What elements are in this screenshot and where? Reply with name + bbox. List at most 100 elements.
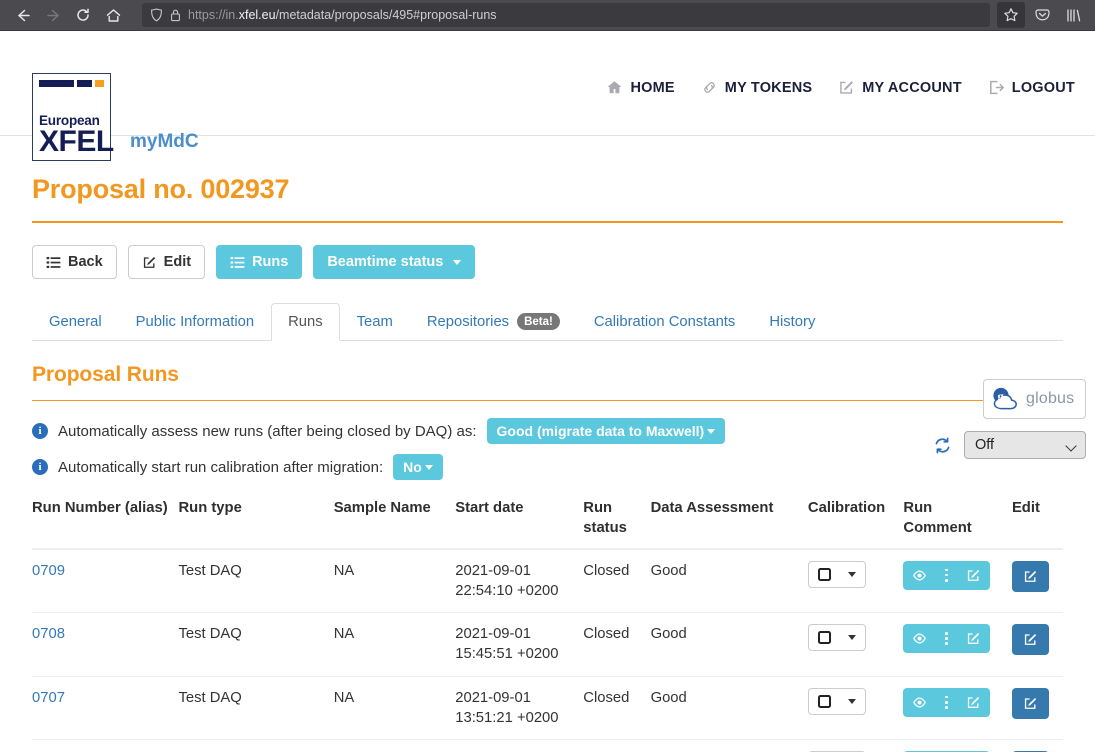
edit-icon xyxy=(966,631,981,646)
cell-calibration xyxy=(807,676,904,741)
cell-sample-name: NA xyxy=(333,612,456,677)
run-number-link[interactable]: 0709 xyxy=(32,563,65,579)
cell-run-number: 0706 xyxy=(32,739,179,752)
header-sample-name: Sample Name xyxy=(333,498,456,550)
library-icon[interactable] xyxy=(1059,2,1087,28)
tab-history[interactable]: History xyxy=(752,303,832,341)
tab-label: Team xyxy=(356,314,393,331)
edit-comment-button[interactable] xyxy=(957,687,991,717)
nav-item-home[interactable]: HOME xyxy=(606,79,675,96)
cell-run-status: Closed xyxy=(583,739,651,752)
nav-label: MY TOKENS xyxy=(724,79,813,96)
chevron-down-icon xyxy=(847,635,856,641)
nav-item-my-tokens[interactable]: MY TOKENS xyxy=(701,79,812,96)
tab-repositories[interactable]: Repositories Beta! xyxy=(410,302,577,341)
cell-run-status: Closed xyxy=(583,548,651,614)
calibration-dropdown[interactable] xyxy=(807,687,866,715)
nav-item-logout[interactable]: LOGOUT xyxy=(988,79,1075,96)
cell-calibration xyxy=(807,739,904,752)
section-title: Proposal Runs xyxy=(32,363,1063,402)
button-label: Beamtime status xyxy=(327,254,444,270)
star-icon[interactable] xyxy=(997,2,1025,28)
run-comment-button-group xyxy=(903,624,991,654)
runs-table-wrapper: Run Number (alias) Run type Sample Name … xyxy=(32,498,1063,752)
logo-bars xyxy=(39,80,105,87)
edit-run-button[interactable] xyxy=(1011,560,1049,592)
cell-start-date: 2021-09-01 15:45:51 +0200 xyxy=(455,612,584,677)
edit-comment-button[interactable] xyxy=(957,560,991,590)
header-run-comment: Run Comment xyxy=(903,498,1012,550)
globus-button[interactable]: g globus xyxy=(983,379,1086,419)
view-comment-button[interactable] xyxy=(903,624,937,654)
calibration-dropdown[interactable] xyxy=(807,624,866,652)
view-comment-button[interactable] xyxy=(903,687,937,717)
tab-public-information[interactable]: Public Information xyxy=(119,303,271,341)
header-calibration: Calibration xyxy=(807,498,904,550)
cell-run-type: Test DAQ xyxy=(178,739,334,752)
auto-assess-dropdown[interactable]: Good (migrate data to Maxwell) xyxy=(486,418,726,445)
tab-calibration-constants[interactable]: Calibration Constants xyxy=(577,303,752,341)
auto-calibration-label: Automatically start run calibration afte… xyxy=(58,458,384,476)
info-icon[interactable]: i xyxy=(32,459,48,476)
auto-refresh-select[interactable]: Off10s30s60s xyxy=(964,431,1086,459)
cell-run-type: Test DAQ xyxy=(178,548,334,614)
comment-options-button[interactable] xyxy=(936,560,958,590)
cell-edit xyxy=(1011,739,1063,752)
edit-button[interactable]: Edit xyxy=(127,245,206,280)
auto-calibration-dropdown[interactable]: No xyxy=(393,454,443,481)
calibration-dropdown[interactable] xyxy=(807,560,866,588)
edit-run-button[interactable] xyxy=(1011,687,1049,719)
edit-comment-button[interactable] xyxy=(957,624,991,654)
auto-assess-label: Automatically assess new runs (after bei… xyxy=(58,422,477,440)
back-button[interactable]: Back xyxy=(32,245,117,280)
page-title: Proposal no. 002937 xyxy=(32,174,1063,223)
top-navigation: HOME MY TOKENS MY ACCOUNT LOGOUT xyxy=(606,79,1075,96)
nav-item-my-account[interactable]: MY ACCOUNT xyxy=(838,79,962,96)
comment-options-button[interactable] xyxy=(936,687,958,717)
runs-button[interactable]: Runs xyxy=(216,245,303,280)
url-bar[interactable]: https://in.xfel.eu/metadata/proposals/49… xyxy=(142,3,990,27)
tab-general[interactable]: General xyxy=(32,303,119,341)
eye-icon xyxy=(912,568,927,583)
lock-icon xyxy=(170,8,181,22)
back-arrow-icon[interactable] xyxy=(8,2,38,28)
cell-run-comment xyxy=(903,739,1012,752)
brand-name[interactable]: myMdC xyxy=(130,131,199,153)
home-icon[interactable] xyxy=(98,2,128,28)
header-run-status: Run status xyxy=(583,498,651,550)
globus-label: globus xyxy=(1026,390,1075,407)
link-icon xyxy=(701,79,718,96)
tab-label: General xyxy=(49,314,102,331)
info-icon[interactable]: i xyxy=(32,423,48,440)
beta-badge: Beta! xyxy=(517,313,560,331)
cell-edit xyxy=(1011,548,1063,614)
run-number-link[interactable]: 0708 xyxy=(32,626,65,642)
forward-arrow-icon[interactable] xyxy=(38,2,68,28)
tab-runs[interactable]: Runs xyxy=(271,303,340,342)
reload-icon[interactable] xyxy=(68,2,98,28)
xfel-logo[interactable]: European XFEL xyxy=(32,73,114,161)
comment-options-button[interactable] xyxy=(936,624,958,654)
view-comment-button[interactable] xyxy=(903,560,937,590)
runs-table: Run Number (alias) Run type Sample Name … xyxy=(32,498,1063,752)
tab-label: Calibration Constants xyxy=(593,314,736,331)
pocket-icon[interactable] xyxy=(1028,2,1056,28)
cell-start-date: 2021-09-01 13:51:21 +0200 xyxy=(455,676,584,741)
header-text: Run Number (alias) xyxy=(32,500,168,517)
svg-text:g: g xyxy=(997,388,1004,403)
header-text: Run Comment xyxy=(903,500,972,537)
cell-data-assessment: Good xyxy=(650,676,808,741)
edit-run-button[interactable] xyxy=(1011,624,1049,656)
main-content: Proposal no. 002937 Back Edit Runs Beamt… xyxy=(0,174,1095,752)
cell-edit xyxy=(1011,612,1063,677)
auto-refresh-select-wrap: Off10s30s60s xyxy=(964,431,1086,459)
beamtime-status-dropdown[interactable]: Beamtime status xyxy=(313,245,476,280)
stop-icon xyxy=(817,694,831,708)
cell-run-comment xyxy=(903,676,1012,741)
auto-assess-value: Good (migrate data to Maxwell) xyxy=(496,423,705,440)
shield-icon xyxy=(150,8,163,22)
refresh-icon[interactable] xyxy=(933,436,952,455)
cell-data-assessment: Good xyxy=(650,612,808,677)
tab-team[interactable]: Team xyxy=(340,303,410,341)
run-number-link[interactable]: 0707 xyxy=(32,690,65,706)
